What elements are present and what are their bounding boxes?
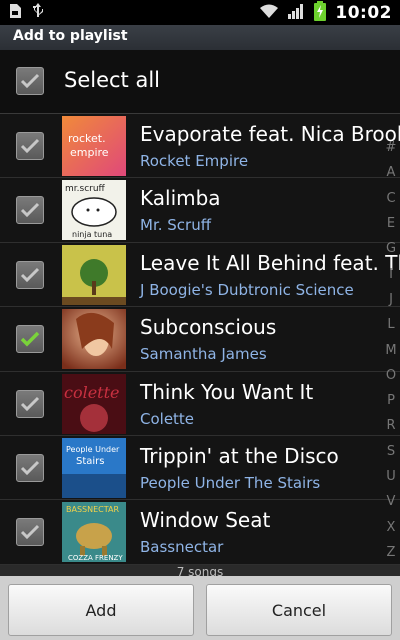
usb-icon bbox=[32, 2, 44, 23]
album-art: colette bbox=[62, 373, 126, 434]
song-title: Leave It All Behind feat. The bbox=[140, 250, 400, 275]
album-art: BASSNECTAR COZZA FRENZY bbox=[62, 502, 126, 563]
song-row[interactable]: Subconscious Samantha James bbox=[0, 307, 400, 372]
song-title: Kalimba bbox=[140, 186, 221, 211]
index-letter[interactable]: P bbox=[387, 393, 395, 408]
song-checkbox[interactable] bbox=[16, 518, 44, 547]
add-button[interactable]: Add bbox=[8, 584, 194, 636]
index-letter[interactable]: R bbox=[386, 418, 395, 433]
song-checkbox[interactable] bbox=[16, 325, 44, 354]
song-title: Subconscious bbox=[140, 315, 277, 340]
index-letter[interactable]: C bbox=[386, 191, 395, 206]
sd-card-icon bbox=[8, 3, 22, 23]
index-letter[interactable]: E bbox=[387, 216, 395, 231]
signal-icon bbox=[287, 3, 305, 23]
battery-charging-icon bbox=[313, 0, 327, 25]
index-letter[interactable]: U bbox=[386, 469, 396, 484]
song-artist: Mr. Scruff bbox=[140, 216, 212, 235]
index-letter[interactable]: M bbox=[385, 343, 396, 358]
song-checkbox[interactable] bbox=[16, 132, 44, 160]
song-artist: People Under The Stairs bbox=[140, 473, 321, 492]
song-title: Window Seat bbox=[140, 508, 271, 533]
cancel-button[interactable]: Cancel bbox=[206, 584, 392, 636]
index-letter[interactable]: Z bbox=[387, 545, 396, 560]
song-artist: Samantha James bbox=[140, 345, 267, 364]
song-checkbox[interactable] bbox=[16, 196, 44, 225]
select-all-checkbox[interactable] bbox=[16, 67, 44, 95]
clock: 10:02 bbox=[335, 2, 392, 23]
checkmark-icon bbox=[20, 267, 40, 282]
song-title: Evaporate feat. Nica Brooke bbox=[140, 122, 400, 146]
song-title: Trippin' at the Disco bbox=[140, 443, 339, 468]
song-row[interactable]: rocket. empire Evaporate feat. Nica Broo… bbox=[0, 114, 400, 179]
index-letter[interactable]: S bbox=[387, 444, 395, 459]
dialog-title-bar: Add to playlist bbox=[0, 25, 400, 51]
svg-text:rocket.: rocket. bbox=[68, 132, 106, 145]
wifi-icon bbox=[259, 3, 279, 23]
svg-text:colette: colette bbox=[64, 383, 120, 402]
song-artist: Colette bbox=[140, 409, 195, 428]
index-letter[interactable]: A bbox=[387, 165, 396, 180]
song-row[interactable]: colette Think You Want It Colette bbox=[0, 371, 400, 436]
song-artist: Bassnectar bbox=[140, 538, 224, 557]
index-letter[interactable]: X bbox=[387, 520, 396, 535]
checkmark-icon bbox=[20, 138, 40, 154]
checkmark-green-icon bbox=[20, 331, 40, 347]
checkmark-icon bbox=[20, 73, 40, 89]
index-letter[interactable]: V bbox=[387, 494, 396, 509]
song-row[interactable]: Leave It All Behind feat. The J Boogie's… bbox=[0, 242, 400, 308]
select-all-row[interactable]: Select all bbox=[0, 50, 400, 114]
song-checkbox[interactable] bbox=[16, 389, 44, 418]
svg-text:mr.scruff: mr.scruff bbox=[65, 184, 106, 194]
song-row[interactable]: People Under Stairs Trippin' at the Disc… bbox=[0, 435, 400, 501]
album-art: People Under Stairs bbox=[62, 437, 126, 498]
song-list[interactable]: rocket. empire Evaporate feat. Nica Broo… bbox=[0, 114, 400, 565]
svg-text:People Under: People Under bbox=[66, 445, 120, 454]
checkmark-icon bbox=[20, 525, 40, 540]
svg-text:ninja tuna: ninja tuna bbox=[72, 230, 112, 239]
album-art bbox=[62, 244, 126, 305]
song-row[interactable]: mr.scruff ninja tuna Kalimba Mr. Scruff bbox=[0, 178, 400, 243]
index-letter[interactable]: J bbox=[389, 292, 393, 307]
index-letter[interactable]: # bbox=[386, 140, 397, 155]
status-bar: 10:02 bbox=[0, 0, 400, 25]
svg-text:empire: empire bbox=[70, 146, 109, 159]
button-bar: Add Cancel bbox=[0, 576, 400, 640]
album-art bbox=[62, 309, 126, 370]
svg-text:BASSNECTAR: BASSNECTAR bbox=[66, 505, 119, 514]
index-letter[interactable]: I bbox=[389, 267, 393, 282]
index-letter[interactable]: G bbox=[386, 241, 396, 256]
song-title: Think You Want It bbox=[140, 379, 314, 404]
index-letter[interactable]: L bbox=[387, 317, 394, 332]
dialog-title: Add to playlist bbox=[13, 28, 128, 44]
album-art: rocket. empire bbox=[62, 116, 126, 176]
song-artist: Rocket Empire bbox=[140, 152, 249, 170]
svg-text:Stairs: Stairs bbox=[76, 456, 105, 467]
alphabet-index[interactable]: # A C E G I J L M O P R S U V X Z bbox=[384, 140, 398, 560]
svg-text:COZZA FRENZY: COZZA FRENZY bbox=[68, 554, 123, 562]
song-artist: J Boogie's Dubtronic Science bbox=[140, 280, 354, 299]
album-art: mr.scruff ninja tuna bbox=[62, 180, 126, 241]
checkmark-icon bbox=[20, 396, 40, 411]
song-checkbox[interactable] bbox=[16, 260, 44, 289]
checkmark-icon bbox=[20, 460, 40, 476]
checkmark-icon bbox=[20, 203, 40, 218]
select-all-label: Select all bbox=[64, 68, 160, 92]
song-row[interactable]: BASSNECTAR COZZA FRENZY Window Seat Bass… bbox=[0, 500, 400, 565]
song-checkbox[interactable] bbox=[16, 453, 44, 482]
index-letter[interactable]: O bbox=[386, 368, 396, 383]
